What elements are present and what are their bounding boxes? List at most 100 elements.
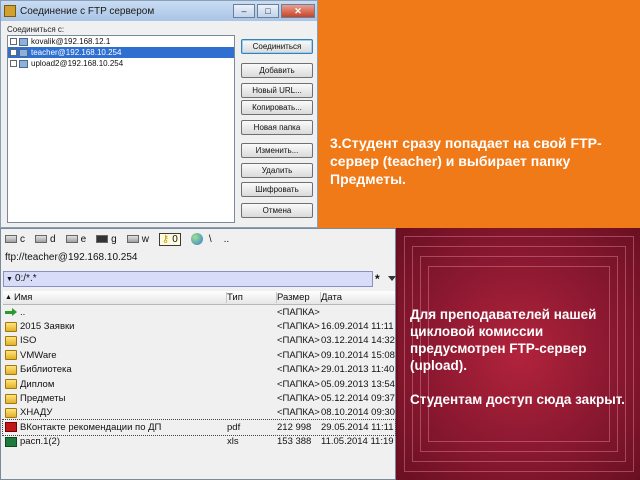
- drive-e-button[interactable]: e: [65, 233, 87, 245]
- drive-label: d: [50, 233, 56, 245]
- ftp-connection-dialog: Соединение с FTP сервером – □ ✕ Соединит…: [0, 0, 318, 228]
- drive-icon: [96, 235, 109, 243]
- delete-button[interactable]: Удалить: [241, 163, 313, 178]
- dialog-titlebar[interactable]: Соединение с FTP сервером – □ ✕: [1, 1, 317, 21]
- connection-item[interactable]: upload2@192.168.10.254: [8, 58, 234, 69]
- checkbox-icon[interactable]: [10, 38, 17, 45]
- slide-text-top: 3.Студент сразу попадает на свой FTP-сер…: [330, 135, 602, 187]
- slide-text-bottom: Для преподавателей нашей цикловой комисс…: [410, 306, 630, 408]
- connect-to-label: Соединиться с:: [7, 25, 65, 34]
- drive-icon: [65, 235, 78, 243]
- table-row[interactable]: ISO <ПАПКА> 03.12.2014 14:32: [3, 334, 395, 348]
- checkbox-icon[interactable]: [10, 60, 17, 67]
- close-icon[interactable]: ✕: [281, 4, 315, 18]
- cell-date: 16.09.2014 11:11: [321, 321, 394, 333]
- minimize-icon[interactable]: –: [233, 4, 255, 18]
- cell-name: Библиотека: [3, 364, 227, 375]
- folder-icon: [5, 335, 17, 346]
- encrypt-button[interactable]: Шифровать: [241, 182, 313, 197]
- drive-w-button[interactable]: w: [126, 233, 149, 245]
- drive-label: w: [141, 233, 149, 245]
- drive-label: e: [80, 233, 87, 245]
- cell-name: 2015 Заявки: [3, 321, 227, 332]
- cell-size: <ПАПКА>: [277, 378, 320, 390]
- cell-size: <ПАПКА>: [277, 349, 320, 361]
- table-row[interactable]: VMWare <ПАПКА> 09.10.2014 15:08: [3, 348, 395, 362]
- table-row[interactable]: Предметы <ПАПКА> 05.12.2014 09:37: [3, 391, 395, 405]
- root-button[interactable]: \: [209, 234, 212, 245]
- cell-date: 29.01.2013 11:40: [321, 364, 395, 376]
- edit-button[interactable]: Изменить...: [241, 143, 313, 158]
- server-icon: [19, 48, 28, 57]
- table-row[interactable]: ВКонтакте рекомендации по ДП pdf 212 998 29…: [2, 419, 396, 436]
- cell-size: <ПАПКА>: [277, 364, 320, 376]
- star-button[interactable]: *: [375, 272, 380, 286]
- folder-icon: [5, 364, 17, 375]
- connection-label: upload2@192.168.10.254: [31, 59, 124, 68]
- connect-button[interactable]: Соединиться: [241, 39, 313, 54]
- connection-list[interactable]: kovalik@192.168.12.1 teacher@192.168.10.…: [7, 35, 235, 223]
- maximize-icon[interactable]: □: [257, 4, 279, 18]
- cell-name: ХНАДУ: [3, 407, 227, 418]
- folder-icon: [5, 321, 17, 332]
- drive-label: g: [111, 233, 117, 245]
- file-name: ХНАДУ: [20, 407, 53, 419]
- add-button[interactable]: Добавить: [241, 63, 313, 78]
- cell-date: 09.10.2014 15:08: [321, 349, 395, 361]
- drive-d-button[interactable]: d: [35, 234, 56, 245]
- drive-label: c: [20, 233, 25, 245]
- cell-date: 03.12.2014 14:32: [321, 335, 395, 347]
- cell-name: ISO: [3, 335, 227, 346]
- cell-name: Диплом: [3, 379, 227, 390]
- app-icon: [4, 5, 16, 17]
- history-dropdown-icon[interactable]: [388, 276, 396, 281]
- table-row[interactable]: Библиотека <ПАПКА> 29.01.2013 11:40: [3, 363, 395, 377]
- cell-name: ВКонтакте рекомендации по ДП: [3, 422, 227, 433]
- cell-name: ..: [3, 307, 227, 318]
- connection-item[interactable]: teacher@192.168.10.254: [8, 47, 234, 58]
- copy-button[interactable]: Копировать...: [241, 100, 313, 115]
- table-row[interactable]: ХНАДУ <ПАПКА> 08.10.2014 09:30: [3, 406, 395, 420]
- parent-dir-button[interactable]: ..: [224, 234, 230, 245]
- server-icon: [19, 59, 28, 68]
- spreadsheet-file-icon: [5, 436, 17, 447]
- file-name: VMWare: [20, 349, 57, 361]
- ftp-drive-button[interactable]: ⚷ 0: [158, 232, 181, 246]
- file-name: 2015 Заявки: [20, 321, 75, 333]
- cell-type: pdf: [227, 421, 241, 433]
- connection-label: kovalik@192.168.12.1: [31, 37, 111, 46]
- file-name: ISO: [20, 335, 37, 347]
- table-row[interactable]: Диплом <ПАПКА> 05.09.2013 13:54: [3, 377, 395, 391]
- file-name: расп.1(2): [20, 436, 60, 448]
- file-name: Диплом: [20, 378, 55, 390]
- cell-date: 11.05.2014 11:19: [321, 436, 394, 448]
- table-row[interactable]: расп.1(2) xls 153 388 11.05.2014 11:19: [3, 435, 395, 449]
- column-header-size[interactable]: Размер: [277, 292, 321, 303]
- dropdown-icon[interactable]: ▼: [6, 276, 13, 283]
- cell-size: 212 998: [277, 421, 312, 433]
- checkbox-icon[interactable]: [10, 49, 17, 56]
- file-name: Библиотека: [20, 364, 72, 376]
- current-path: ftp://teacher@192.168.10.254: [5, 252, 138, 263]
- new-url-button[interactable]: Новый URL...: [241, 83, 313, 98]
- drive-c-button[interactable]: c: [5, 234, 25, 245]
- file-table: ▲ Имя Тип Размер Дата .. <ПАПКА> 2015 Заявк…: [2, 291, 396, 449]
- connection-item[interactable]: kovalik@192.168.12.1: [8, 36, 234, 47]
- cell-date: 08.10.2014 09:30: [321, 407, 395, 419]
- slide-text-teachers: Для преподавателей нашей цикловой комисс…: [410, 307, 597, 373]
- server-icon: [19, 37, 28, 46]
- network-globe-icon[interactable]: [190, 233, 203, 245]
- parent-folder-icon: [5, 307, 17, 317]
- file-name: ..: [20, 306, 26, 318]
- drive-icon: [126, 235, 139, 243]
- new-folder-button[interactable]: Новая папка: [241, 120, 313, 135]
- cancel-button[interactable]: Отмена: [241, 203, 313, 218]
- column-header-name[interactable]: ▲ Имя: [3, 292, 227, 303]
- cell-date: 29.05.2014 11:11: [321, 421, 394, 433]
- table-row[interactable]: .. <ПАПКА>: [3, 305, 395, 319]
- column-header-type[interactable]: Тип: [227, 292, 277, 303]
- drive-g-button[interactable]: g: [96, 234, 117, 245]
- table-row[interactable]: 2015 Заявки <ПАПКА> 16.09.2014 11:11: [3, 319, 395, 333]
- path-filter-field[interactable]: ▼ 0:/*.*: [3, 271, 373, 287]
- column-header-date[interactable]: Дата: [321, 292, 395, 303]
